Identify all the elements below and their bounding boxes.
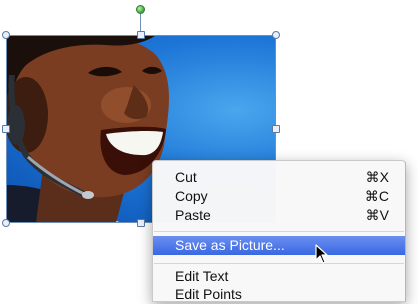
menu-item-copy[interactable]: Copy ⌘C [153,187,405,206]
menu-item-label: Save as Picture... [175,237,285,253]
menu-item-label: Edit Points [175,286,242,302]
resize-handle-bottom-left[interactable] [2,219,10,227]
menu-item-label: Copy [175,188,208,204]
menu-separator [154,263,404,264]
menu-item-edit-points[interactable]: Edit Points [153,285,405,304]
menu-item-cut[interactable]: Cut ⌘X [153,168,405,187]
resize-handle-top-right[interactable] [272,31,280,39]
menu-item-shortcut: ⌘C [364,188,389,204]
menu-item-edit-text[interactable]: Edit Text [153,267,405,286]
resize-handle-top-left[interactable] [2,31,10,39]
menu-item-label: Paste [175,207,211,223]
menu-item-save-as-picture[interactable]: Save as Picture... [153,236,405,255]
menu-item-shortcut: ⌘V [365,207,389,223]
resize-handle-bottom[interactable] [137,219,145,227]
resize-handle-top[interactable] [137,31,145,39]
menu-item-label: Cut [175,169,197,185]
context-menu: Cut ⌘X Copy ⌘C Paste ⌘V Save as Picture.… [152,160,406,302]
document-canvas[interactable]: Cut ⌘X Copy ⌘C Paste ⌘V Save as Picture.… [0,0,418,302]
menu-item-shortcut: ⌘X [365,169,389,185]
rotation-handle-icon[interactable] [136,5,145,14]
resize-handle-right[interactable] [272,125,280,133]
menu-item-label: Edit Text [175,268,229,284]
menu-item-paste[interactable]: Paste ⌘V [153,206,405,225]
resize-handle-left[interactable] [2,125,10,133]
menu-separator [154,231,404,232]
arrow-cursor-icon [315,244,328,264]
